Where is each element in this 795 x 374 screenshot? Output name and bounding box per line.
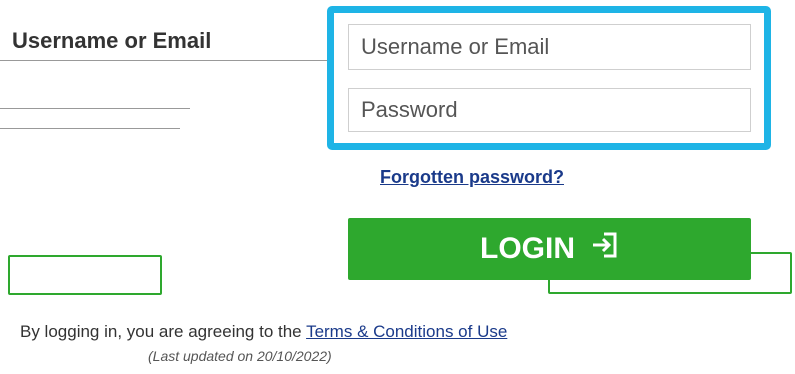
divider-ghost-top — [0, 60, 330, 61]
terms-prefix: By logging in, you are agreeing to the — [20, 322, 307, 341]
terms-link[interactable]: Terms & Conditions of Use — [306, 322, 507, 341]
login-button-label: LOGIN — [480, 232, 575, 265]
divider-ghost-mid — [0, 108, 190, 109]
username-field[interactable] — [348, 24, 751, 70]
login-arrow-icon — [589, 230, 619, 268]
terms-notice: By logging in, you are agreeing to the T… — [20, 322, 507, 342]
last-updated: (Last updated on 20/10/2022) — [148, 348, 332, 364]
forgotten-password-link[interactable]: Forgotten password? — [380, 167, 564, 188]
divider-ghost-low — [0, 128, 180, 129]
login-button[interactable]: LOGIN — [348, 218, 751, 280]
username-label-ghost: Username or Email — [12, 28, 212, 53]
login-button-ghost — [8, 255, 162, 295]
password-field[interactable] — [348, 88, 751, 132]
